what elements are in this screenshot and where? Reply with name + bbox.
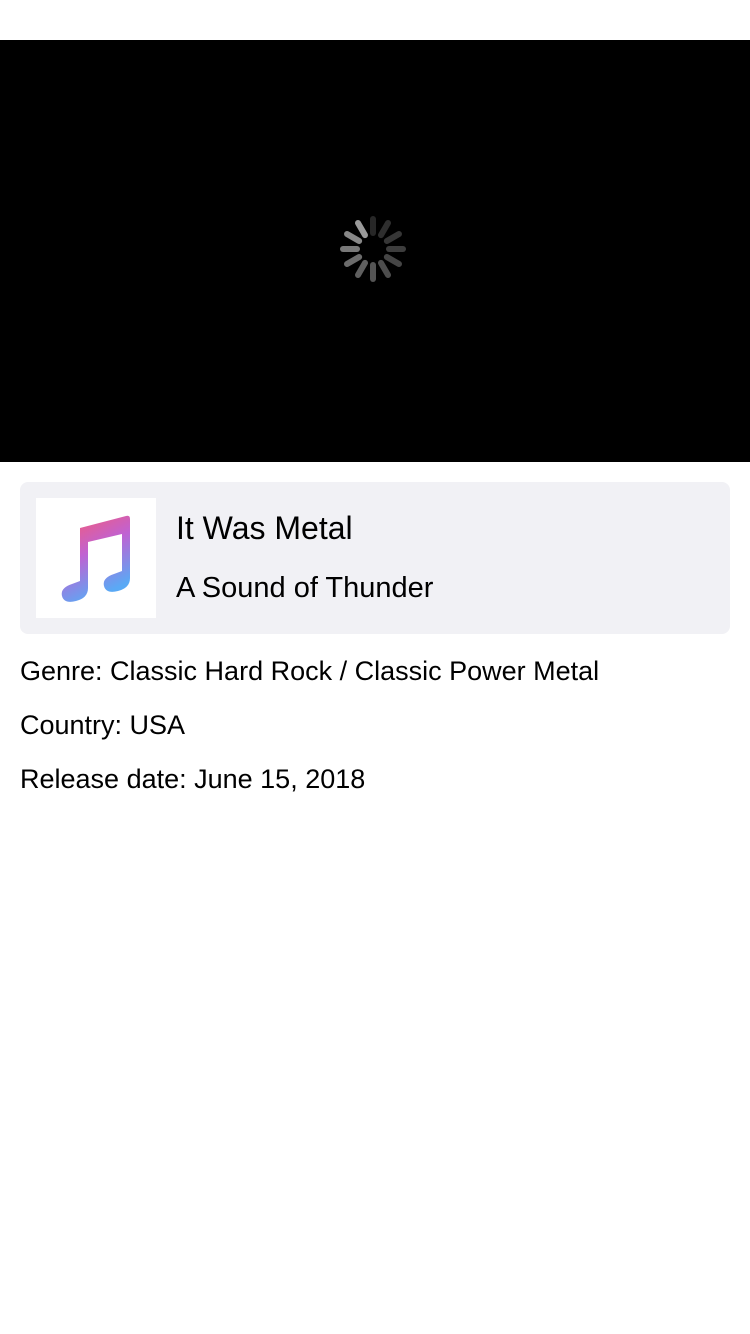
track-card[interactable]: It Was Metal A Sound of Thunder — [20, 482, 730, 634]
apple-music-note-icon — [61, 515, 130, 602]
activity-spinner-icon — [340, 216, 406, 282]
album-artwork — [36, 498, 156, 618]
track-artist: A Sound of Thunder — [176, 572, 434, 604]
release-date-label: Release date: June 15, 2018 — [20, 764, 366, 794]
genre-label: Genre: Classic Hard Rock / Classic Power… — [20, 656, 600, 686]
video-player[interactable] — [0, 40, 750, 462]
country-label: Country: USA — [20, 710, 186, 740]
status-bar — [0, 0, 750, 40]
track-title: It Was Metal — [176, 510, 353, 546]
